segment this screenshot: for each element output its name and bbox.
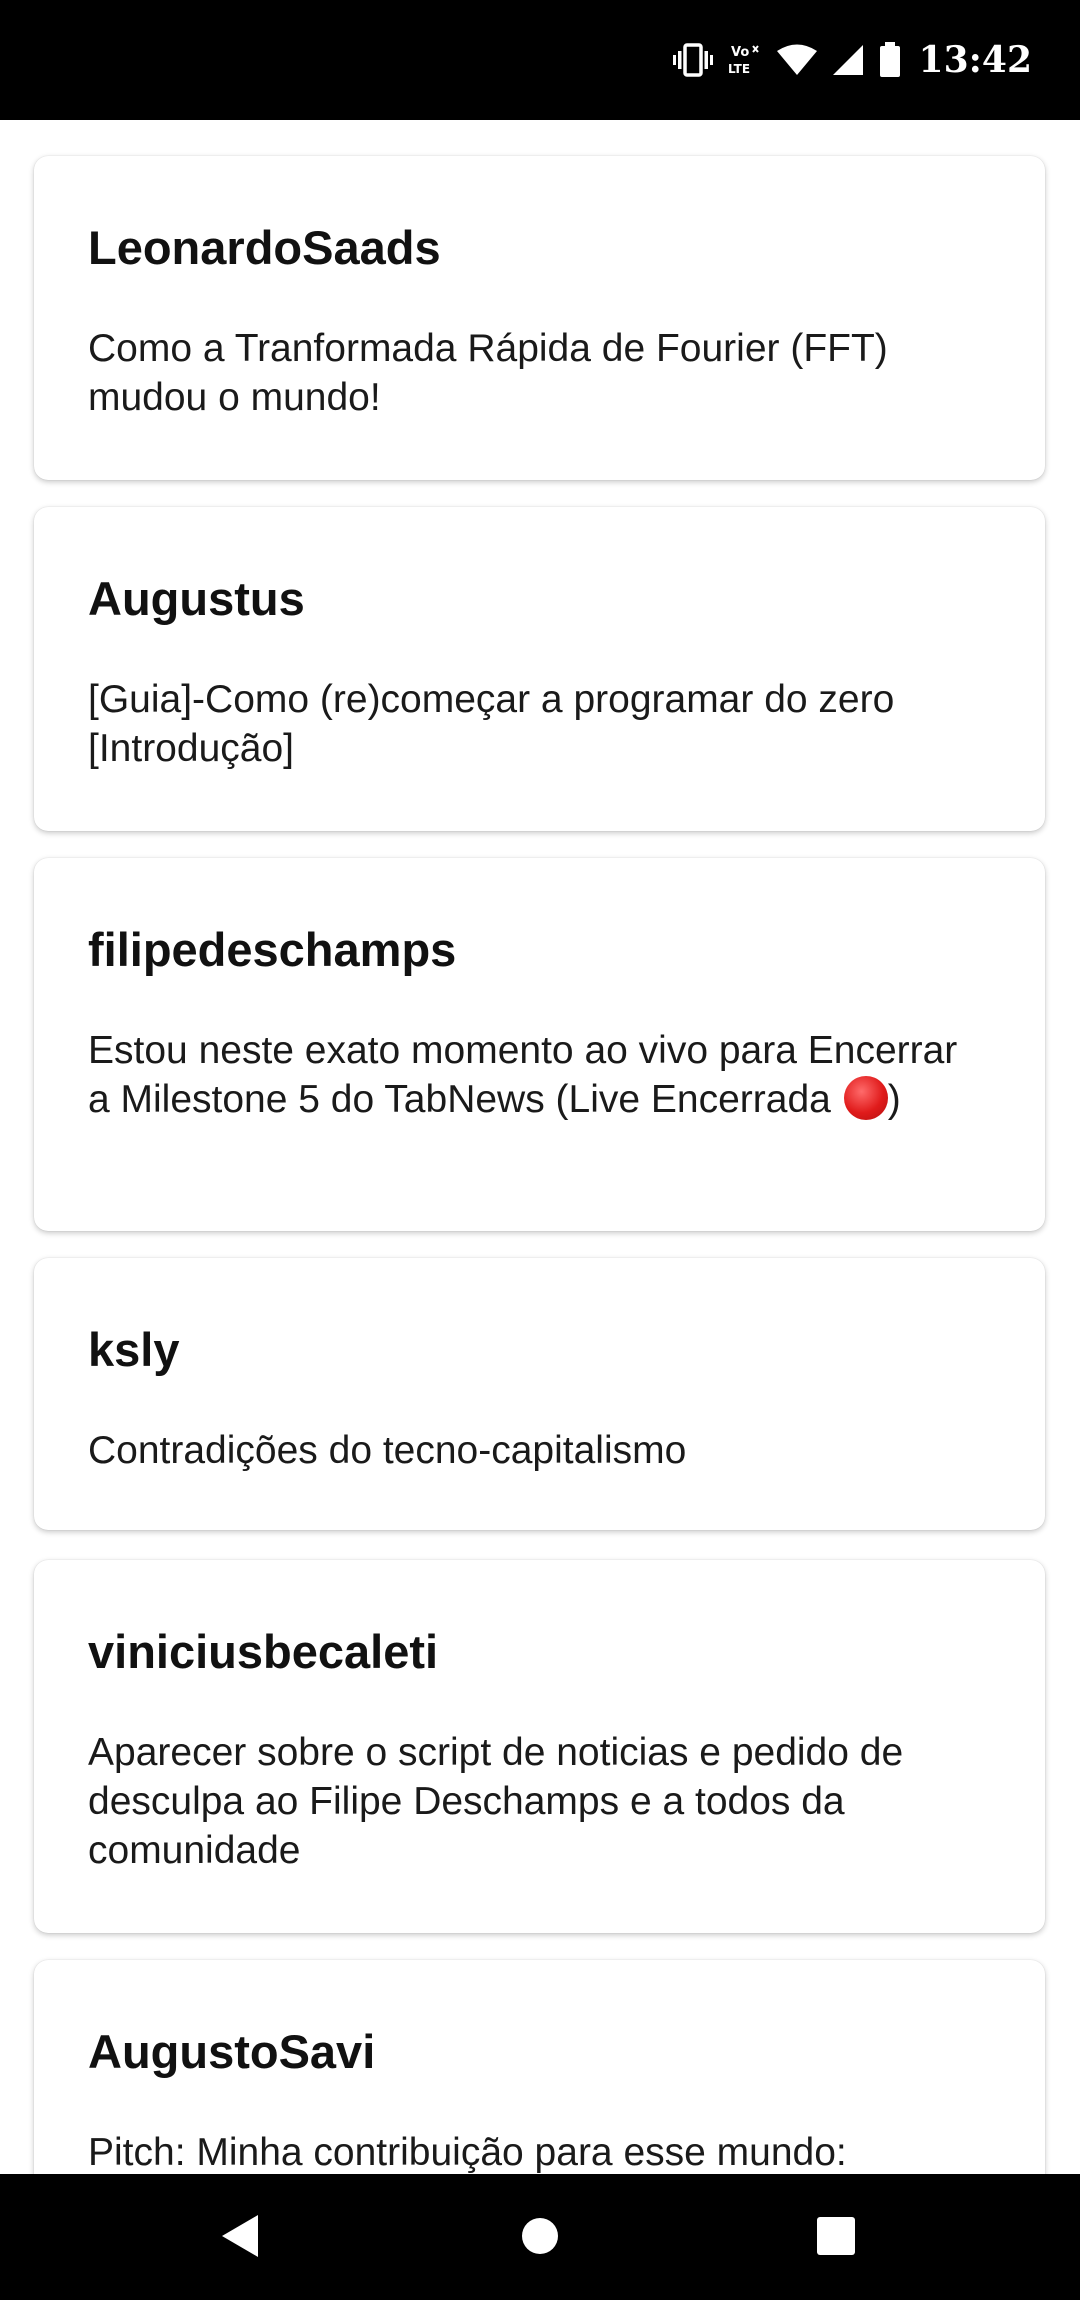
battery-icon: [879, 42, 901, 78]
wifi-icon: [776, 44, 817, 76]
status-bar: Vo LTE 13:42: [0, 0, 1080, 120]
post-title[interactable]: Como a Tranformada Rápida de Fourier (FF…: [88, 324, 988, 422]
post-title-text: Estou neste exato momento ao vivo para E…: [88, 1029, 958, 1121]
post-title[interactable]: Estou neste exato momento ao vivo para E…: [88, 1026, 988, 1124]
post-card[interactable]: LeonardoSaads Como a Tranformada Rápida …: [34, 156, 1045, 480]
post-feed[interactable]: LeonardoSaads Como a Tranformada Rápida …: [0, 120, 1080, 2174]
volte-icon: Vo LTE: [727, 42, 763, 78]
post-author: filipedeschamps: [88, 923, 457, 976]
back-icon: [218, 2213, 262, 2264]
post-card[interactable]: ksly Contradições do tecno-capitalismo: [34, 1258, 1045, 1530]
vibrate-icon: [672, 42, 713, 78]
post-author: Augustus: [88, 572, 305, 625]
post-author: LeonardoSaads: [88, 221, 441, 274]
post-title[interactable]: Contradições do tecno-capitalismo: [88, 1426, 988, 1475]
red-circle-icon: [843, 1076, 888, 1120]
back-button[interactable]: [212, 2210, 268, 2266]
recents-icon: [816, 2216, 856, 2261]
home-button[interactable]: [512, 2210, 568, 2266]
post-card[interactable]: Augustus [Guia]-Como (re)começar a progr…: [34, 507, 1045, 831]
recents-button[interactable]: [808, 2210, 864, 2266]
post-author: AugustoSavi: [88, 2025, 376, 2078]
cell-signal-icon: [831, 44, 865, 76]
post-author: viniciusbecaleti: [88, 1625, 439, 1678]
post-title[interactable]: [Guia]-Como (re)começar a programar do z…: [88, 675, 988, 773]
post-card[interactable]: viniciusbecaleti Aparecer sobre o script…: [34, 1560, 1045, 1933]
home-icon: [520, 2216, 560, 2261]
post-author: ksly: [88, 1323, 180, 1376]
status-time: 13:42: [918, 39, 1032, 81]
post-card[interactable]: filipedeschamps Estou neste exato moment…: [34, 858, 1045, 1231]
post-title[interactable]: Pitch: Minha contribuição para esse mund…: [88, 2128, 988, 2174]
navigation-bar: [0, 2174, 1080, 2300]
status-icons: Vo LTE 13:42: [672, 34, 1032, 86]
post-title-suffix: ): [887, 1078, 901, 1121]
post-title[interactable]: Aparecer sobre o script de noticias e pe…: [88, 1728, 988, 1875]
volte-bottom-text: LTE: [728, 62, 750, 76]
post-card[interactable]: AugustoSavi Pitch: Minha contribuição pa…: [34, 1960, 1045, 2174]
volte-top-text: Vo: [731, 45, 749, 60]
